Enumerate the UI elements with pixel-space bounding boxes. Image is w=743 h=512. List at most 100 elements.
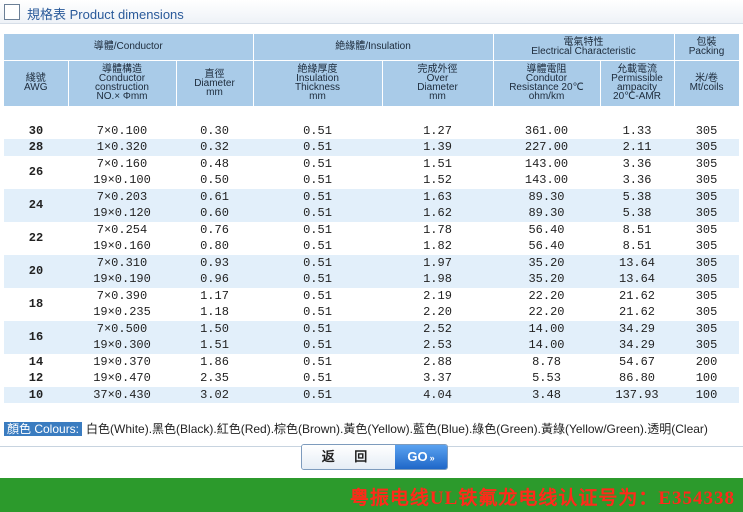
diameter-cell: 1.51: [176, 337, 253, 354]
awg-cell: 16: [4, 320, 68, 354]
over-diameter-cell: 2.88: [423, 354, 452, 369]
thickness-cell: 0.51: [303, 354, 332, 369]
thickness-cell: 0.51: [303, 173, 332, 188]
table-row: 19×0.235 1.18 0.51 2.20 22.20 21.62 305: [4, 304, 739, 321]
ampacity-cell: 21.62: [619, 305, 656, 320]
diameter-cell: 0.96: [176, 271, 253, 288]
col-amp-unit: 20℃-AMR: [613, 91, 661, 102]
diameter-cell: 0.76: [200, 222, 229, 237]
packing-cell: 100: [695, 371, 718, 386]
ampacity-cell: 2.11: [600, 139, 675, 156]
ampacity-cell: 3.36: [622, 173, 652, 188]
ampacity-cell: 13.64: [600, 254, 675, 271]
packing-cell: 305: [695, 123, 718, 138]
table-row: 10 37×0.430 3.02 0.51 4.04 3.48 137.93 100: [4, 386, 740, 403]
awg-cell: 12: [28, 371, 44, 386]
diameter-cell: 0.30: [200, 123, 229, 138]
table-row: 24 7×0.203 0.61 0.51 1.63 89.30 5.38 305: [4, 188, 740, 222]
col-construction: 導體構造 Conductor construction NO.× Φmm: [68, 60, 177, 107]
resistance-cell: 89.30: [493, 188, 600, 205]
thickness-cell: 0.51: [253, 139, 382, 156]
construction-cell: 19×0.235: [93, 305, 151, 320]
packing-header: 包裝 Packing: [674, 34, 740, 61]
construction-cell: 7×0.390: [96, 288, 148, 303]
construction-cell: 37×0.430: [68, 386, 176, 403]
ampacity-cell: 5.38: [600, 205, 675, 222]
packing-header-en: Packing: [688, 45, 725, 57]
spacer-row: [4, 106, 740, 123]
colours-list: 白色(White).黑色(Black).紅色(Red).棕色(Brown).黃色…: [86, 422, 708, 436]
packing-cell: 305: [674, 205, 740, 222]
awg-cell: 10: [4, 386, 68, 403]
awg-cell: 20: [4, 254, 68, 288]
go-label: GO: [407, 449, 428, 464]
table-row: 22 7×0.254 0.76 0.51 1.78 56.40 8.51 305: [4, 222, 739, 245]
table-row: 19×0.300 1.51 0.51 2.53 14.00 34.29 305: [4, 337, 740, 354]
thickness-cell: 0.51: [303, 305, 332, 320]
construction-cell: 19×0.370: [93, 354, 151, 369]
col-pack-en: Mt/coils: [689, 82, 724, 93]
col-ampacity: 允載電流 Permissible ampacity 20℃-AMR: [600, 60, 675, 107]
packing-cell: 305: [695, 288, 718, 303]
back-button[interactable]: 返 回: [302, 445, 395, 469]
col-packing: 米/卷 Mt/coils: [674, 60, 740, 107]
go-button[interactable]: GO»: [395, 445, 447, 469]
resistance-cell: 3.48: [493, 386, 600, 403]
col-thick-unit: mm: [309, 91, 326, 102]
thickness-cell: 0.51: [253, 254, 382, 271]
packing-cell: 100: [674, 386, 740, 403]
over-diameter-cell: 1.63: [382, 188, 493, 205]
over-diameter-cell: 1.62: [382, 205, 493, 222]
conductor-header: 導體/Conductor: [4, 34, 254, 61]
diameter-cell: 0.48: [200, 156, 229, 171]
resistance-cell: 8.78: [532, 354, 561, 369]
ampacity-cell: 3.36: [622, 156, 652, 171]
resistance-cell: 56.40: [528, 239, 565, 254]
awg-cell: 24: [4, 188, 68, 222]
table-row: 12 19×0.470 2.35 0.51 3.37 5.53 86.80 100: [4, 370, 739, 387]
construction-cell: 19×0.120: [68, 205, 176, 222]
spacer-cell: [4, 106, 740, 123]
construction-cell: 19×0.190: [68, 271, 176, 288]
col-res-unit: ohm/km: [528, 91, 565, 102]
ampacity-cell: 137.93: [600, 386, 675, 403]
construction-cell: 7×0.254: [96, 222, 148, 237]
construction-cell: 1×0.320: [68, 139, 176, 156]
diameter-cell: 2.35: [200, 371, 229, 386]
resistance-cell: 14.00: [493, 337, 600, 354]
thickness-cell: 0.51: [253, 205, 382, 222]
over-diameter-cell: 1.27: [423, 123, 452, 138]
thickness-cell: 0.51: [303, 222, 332, 237]
packing-cell: 305: [674, 337, 740, 354]
table-row: 19×0.190 0.96 0.51 1.98 35.20 13.64 305: [4, 271, 740, 288]
thickness-cell: 0.51: [303, 156, 332, 171]
resistance-cell: 35.20: [493, 254, 600, 271]
construction-cell: 7×0.500: [68, 320, 176, 337]
packing-cell: 305: [695, 156, 718, 171]
construction-cell: 7×0.203: [68, 188, 176, 205]
resistance-cell: 35.20: [493, 271, 600, 288]
construction-cell: 19×0.300: [68, 337, 176, 354]
awg-cell: 14: [28, 354, 44, 369]
ampacity-cell: 1.33: [622, 123, 652, 138]
packing-cell: 305: [695, 222, 718, 237]
electrical-header-en: Electrical Characteristic: [531, 45, 636, 57]
resistance-cell: 56.40: [528, 222, 565, 237]
over-diameter-cell: 4.04: [382, 386, 493, 403]
construction-cell: 19×0.470: [93, 371, 151, 386]
over-diameter-cell: 1.39: [382, 139, 493, 156]
table-row: 16 7×0.500 1.50 0.51 2.52 14.00 34.29 305: [4, 320, 740, 354]
table-row: 20 7×0.310 0.93 0.51 1.97 35.20 13.64 305: [4, 254, 740, 288]
diameter-cell: 1.17: [200, 288, 229, 303]
nav-buttons: 返 回 GO»: [301, 444, 448, 470]
spec-table-body: 30 7×0.100 0.30 0.51 1.27 361.00 1.33 305 28 1×0.…: [4, 106, 740, 403]
diameter-cell: 0.32: [176, 139, 253, 156]
diameter-cell: 1.86: [200, 354, 229, 369]
resistance-cell: 143.00: [524, 173, 569, 188]
ampacity-cell: 5.38: [600, 188, 675, 205]
ampacity-cell: 8.51: [622, 239, 652, 254]
ampacity-cell: 54.67: [619, 354, 656, 369]
over-diameter-cell: 2.20: [423, 305, 452, 320]
col-resistance: 導體電阻 Condutor Resistance 20℃ ohm/km: [493, 60, 601, 107]
thickness-cell: 0.51: [253, 337, 382, 354]
